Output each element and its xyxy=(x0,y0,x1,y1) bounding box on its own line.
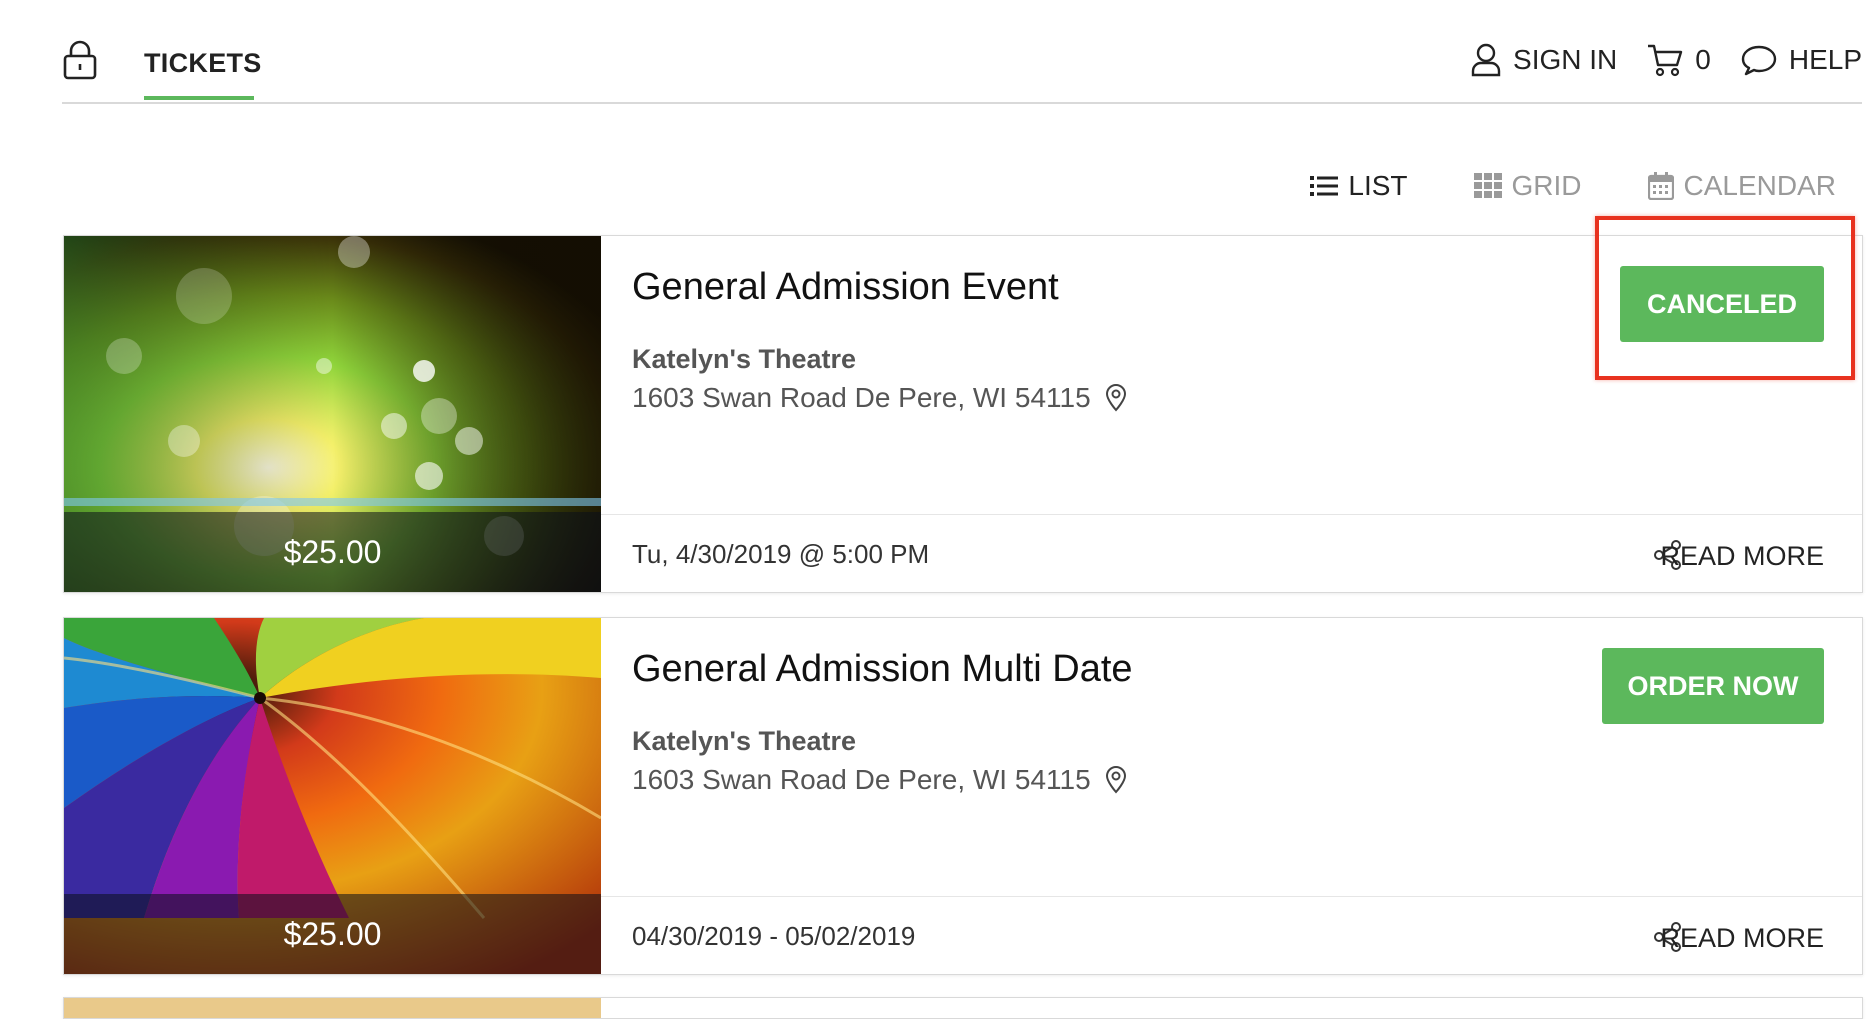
cart-icon xyxy=(1648,44,1683,77)
event-image[interactable]: $25.00 xyxy=(64,236,601,592)
read-more-link[interactable]: READ MORE xyxy=(1660,541,1824,572)
event-image[interactable]: $25.00 xyxy=(64,618,601,974)
tab-active-indicator xyxy=(144,96,254,100)
chat-bubble-icon xyxy=(1741,45,1777,76)
lock-icon xyxy=(63,40,97,80)
cart-link[interactable]: 0 xyxy=(1647,43,1711,77)
view-list-button[interactable]: LIST xyxy=(1310,170,1408,202)
user-icon xyxy=(1471,43,1501,77)
event-card-partial xyxy=(63,997,1863,1019)
list-icon xyxy=(1310,176,1339,196)
annotation-highlight-box xyxy=(1595,216,1855,380)
event-price: $25.00 xyxy=(283,916,382,952)
view-grid-label: GRID xyxy=(1511,170,1582,201)
event-date: 04/30/2019 - 05/02/2019 xyxy=(632,921,916,951)
event-address-text: 1603 Swan Road De Pere, WI 54115 xyxy=(632,764,1091,795)
event-address: 1603 Swan Road De Pere, WI 54115 xyxy=(632,382,1127,414)
view-grid-button[interactable]: GRID xyxy=(1473,170,1582,202)
view-list-label: LIST xyxy=(1348,170,1408,201)
top-nav: TICKETS SIGN IN 0 HELP xyxy=(62,0,1862,104)
calendar-icon xyxy=(1647,172,1674,200)
sign-in-link[interactable]: SIGN IN xyxy=(1471,43,1617,77)
event-title[interactable]: General Admission Event xyxy=(632,266,1059,309)
map-pin-icon[interactable] xyxy=(1105,384,1127,412)
event-card: $25.00 General Admission Event Katelyn's… xyxy=(63,235,1863,593)
event-date: Tu, 4/30/2019 @ 5:00 PM xyxy=(632,539,930,569)
event-price: $25.00 xyxy=(283,534,382,570)
event-card-footer: Tu, 4/30/2019 @ 5:00 PM READ MORE xyxy=(601,514,1862,592)
order-now-button[interactable]: ORDER NOW xyxy=(1602,648,1824,724)
view-calendar-button[interactable]: CALENDAR xyxy=(1647,170,1836,202)
event-card-footer: 04/30/2019 - 05/02/2019 READ MORE xyxy=(601,896,1862,974)
event-title[interactable]: General Admission Multi Date xyxy=(632,648,1133,691)
tab-tickets[interactable]: TICKETS xyxy=(144,48,262,79)
event-image[interactable] xyxy=(64,998,601,1018)
event-venue: Katelyn's Theatre xyxy=(632,344,857,374)
event-venue: Katelyn's Theatre xyxy=(632,726,857,756)
view-switcher: LIST GRID CALENDAR xyxy=(1244,170,1836,202)
map-pin-icon[interactable] xyxy=(1105,766,1127,794)
view-calendar-label: CALENDAR xyxy=(1683,170,1836,201)
event-card: $25.00 General Admission Multi Date Kate… xyxy=(63,617,1863,975)
cart-count: 0 xyxy=(1695,44,1711,75)
event-address: 1603 Swan Road De Pere, WI 54115 xyxy=(632,764,1127,796)
help-link[interactable]: HELP xyxy=(1741,44,1862,76)
help-label: HELP xyxy=(1788,44,1862,75)
header-actions: SIGN IN 0 HELP xyxy=(1441,40,1862,80)
event-address-text: 1603 Swan Road De Pere, WI 54115 xyxy=(632,382,1091,413)
sign-in-label: SIGN IN xyxy=(1513,44,1618,75)
read-more-link[interactable]: READ MORE xyxy=(1660,923,1824,954)
grid-icon xyxy=(1473,173,1502,198)
